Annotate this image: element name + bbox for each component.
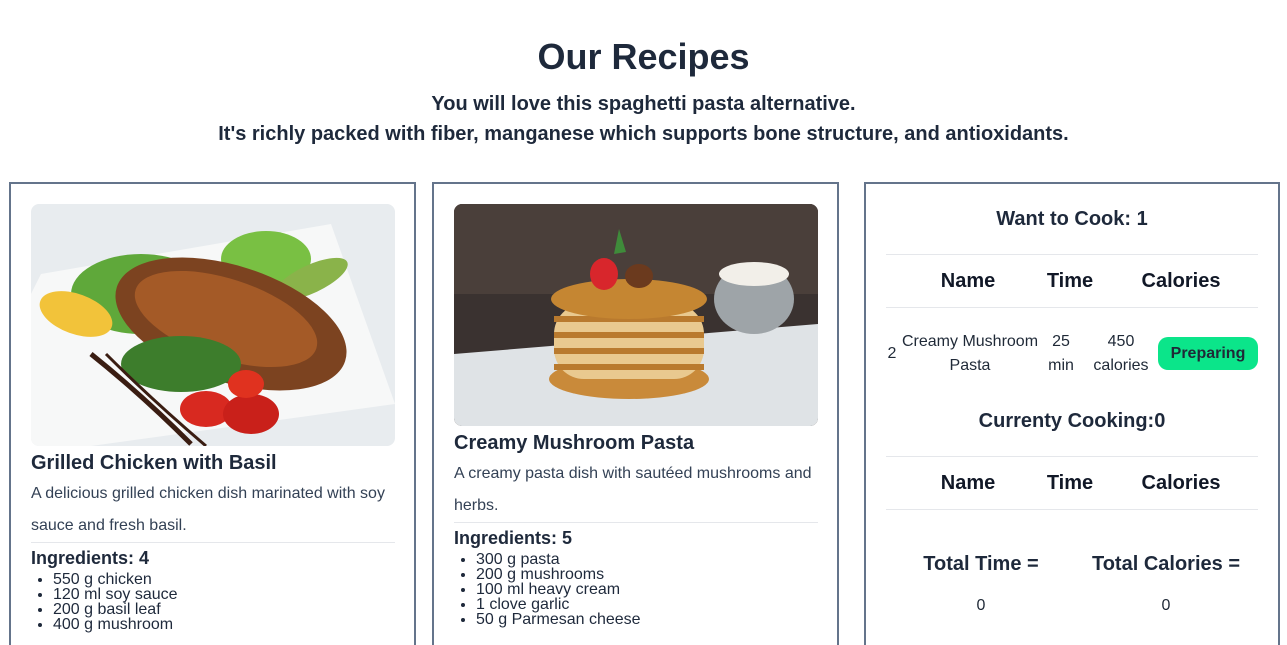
column-header-time: Time <box>1046 472 1094 494</box>
row-name: Creamy Mushroom Pasta <box>901 333 1039 374</box>
ingredient-item: 200 g basil leaf <box>53 602 178 618</box>
row-time: 25 min <box>1048 333 1074 374</box>
ingredients-list: 550 g chicken 120 ml soy sauce 200 g bas… <box>53 572 178 633</box>
ingredient-item: 200 g mushrooms <box>476 567 641 583</box>
ingredient-item: 300 g pasta <box>476 552 641 568</box>
recipe-card-2: Creamy Mushroom Pasta A creamy pasta dis… <box>432 182 839 645</box>
row-index: 2 <box>887 345 897 362</box>
column-header-calories: Calories <box>1141 472 1221 494</box>
page-title: Our Recipes <box>537 36 750 77</box>
cook-panel: Want to Cook: 1 Name Time Calories 2 Cre… <box>864 182 1280 645</box>
recipe-photo-grilled-chicken <box>31 204 395 446</box>
divider <box>31 542 395 543</box>
recipe-photo-pancakes <box>454 204 818 426</box>
recipe-title: Creamy Mushroom Pasta <box>454 432 695 454</box>
recipe-description: A creamy pasta dish with sautéed mushroo… <box>454 465 812 514</box>
recipe-description: A delicious grilled chicken dish marinat… <box>31 485 385 534</box>
divider <box>886 509 1258 510</box>
recipe-title: Grilled Chicken with Basil <box>31 452 277 474</box>
ingredient-item: 400 g mushroom <box>53 617 178 633</box>
page-tagline-2: It's richly packed with fiber, manganese… <box>218 123 1069 145</box>
want-to-cook-title: Want to Cook: 1 <box>996 208 1148 230</box>
divider <box>886 307 1258 308</box>
ingredients-count: Ingredients: 5 <box>454 528 573 548</box>
total-time-value: 0 <box>976 597 986 614</box>
divider <box>886 456 1258 457</box>
ingredient-item: 120 ml soy sauce <box>53 587 178 603</box>
total-time-label: Total Time = <box>923 553 1039 575</box>
ingredients-count: Ingredients: 4 <box>31 548 150 568</box>
recipe-card-1: Grilled Chicken with Basil A delicious g… <box>9 182 416 645</box>
ingredient-item: 100 ml heavy cream <box>476 582 641 598</box>
column-header-name: Name <box>940 472 996 494</box>
divider <box>886 254 1258 255</box>
column-header-time: Time <box>1046 270 1094 292</box>
ingredient-item: 50 g Parmesan cheese <box>476 612 641 628</box>
column-header-calories: Calories <box>1141 270 1221 292</box>
total-calories-label: Total Calories = <box>1091 553 1240 575</box>
ingredient-item: 1 clove garlic <box>476 597 641 613</box>
ingredients-list: 300 g pasta 200 g mushrooms 100 ml heavy… <box>476 552 641 628</box>
divider <box>454 522 818 523</box>
page-tagline-1: You will love this spaghetti pasta alter… <box>431 93 856 115</box>
column-header-name: Name <box>940 270 996 292</box>
ingredient-item: 550 g chicken <box>53 572 178 588</box>
total-calories-value: 0 <box>1161 597 1171 614</box>
row-calories: 450 calories <box>1093 333 1149 374</box>
preparing-button[interactable]: Preparing <box>1158 337 1258 370</box>
currently-cooking-title: Currenty Cooking:0 <box>978 410 1166 432</box>
